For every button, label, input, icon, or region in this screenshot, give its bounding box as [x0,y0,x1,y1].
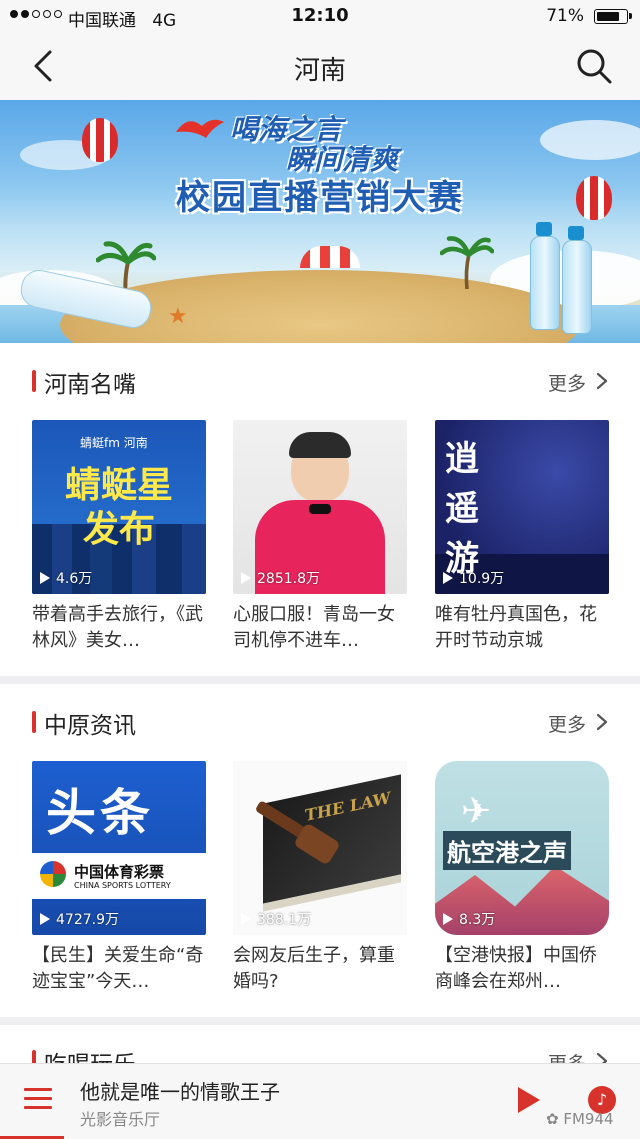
thumbnail-art-text: 逍遥游 [445,439,479,579]
palm-tree-icon [440,236,494,290]
play-count: 4.6万 [40,568,92,588]
page-title: 河南 [293,56,346,86]
section-accent-bar [32,711,36,733]
program-caption: 心服口服！青岛一女司机停不进车… [233,604,395,651]
menu-icon[interactable] [24,1088,52,1110]
battery-percent: 71% [546,6,584,26]
more-link[interactable]: 更多 [548,710,586,737]
program-thumbnail[interactable]: ✈ 航空港之声 8.3万 [435,761,609,935]
umbrella-icon [300,246,360,268]
now-playing-subtitle: 光影音乐厅 [80,1110,161,1129]
program-card[interactable]: 2851.8万 心服口服！青岛一女司机停不进车… [233,420,407,654]
clock: 12:10 [291,5,349,26]
play-count: 4727.9万 [40,909,119,929]
section-famous-hosts: 河南名嘴 更多 蜻蜓fm 河南 蜻蜓星发布 4.6万 带着高手去旅行，《武林风》… [0,343,640,676]
play-icon[interactable] [518,1087,540,1113]
watermark: ✿ FM944 [546,1110,614,1128]
starfish-icon: ★ [168,304,188,329]
program-caption: 唯有牡丹真国色，花开时节动京城 [435,604,597,651]
play-count: 2851.8万 [241,568,320,588]
program-card[interactable]: THE LAW 388.1万 会网友后生子，算重婚吗? [233,761,407,995]
play-count: 388.1万 [241,909,311,929]
battery-icon [594,9,632,24]
program-thumbnail[interactable]: 头条 中国体育彩票 CHINA SPORTS LOTTERY 4727.9万 [32,761,206,935]
program-caption: 带着高手去旅行，《武林风》美女… [32,604,203,651]
section-header: 中原资讯 更多 [0,706,640,739]
lottery-logo [40,861,66,887]
play-icon [443,572,453,584]
play-count: 8.3万 [443,909,495,929]
program-thumbnail[interactable]: 蜻蜓fm 河南 蜻蜓星发布 4.6万 [32,420,206,594]
section-central-news: 中原资讯 更多 头条 中国体育彩票 CHINA SPORTS LOTTERY 4… [0,684,640,1017]
program-thumbnail[interactable]: THE LAW 388.1万 [233,761,407,935]
mini-player[interactable]: 他就是唯一的情歌王子 光影音乐厅 ♪ ✿ FM944 [0,1063,640,1139]
program-thumbnail[interactable]: 2851.8万 [233,420,407,594]
play-icon [241,572,251,584]
play-icon [443,913,453,925]
program-caption: 【空港快报】中国侨商峰会在郑州… [435,945,597,992]
promo-banner[interactable]: 喝海之言 瞬间清爽 校园直播营销大赛 ★ [0,100,640,343]
thumbnail-art-text: 头条 [46,784,154,842]
section-accent-bar [32,370,36,392]
water-bottle-icon [530,236,560,330]
water-bottle-icon [562,240,592,334]
thumbnail-art-subtitle-en: CHINA SPORTS LOTTERY [74,881,171,890]
play-count: 10.9万 [443,568,504,588]
chevron-right-icon[interactable] [594,713,610,731]
chevron-right-icon[interactable] [594,372,610,390]
section-title: 中原资讯 [44,713,136,739]
section-header: 河南名嘴 更多 [0,365,640,398]
program-card[interactable]: 头条 中国体育彩票 CHINA SPORTS LOTTERY 4727.9万 【… [32,761,206,995]
thumbnail-art-text: 蜻蜓星发布 [64,465,173,550]
airplane-icon: ✈ [461,791,492,832]
balloon-left-icon [82,118,118,162]
play-icon [40,913,50,925]
brand-logo [176,119,224,138]
play-icon [241,913,251,925]
section-title: 河南名嘴 [44,372,136,398]
program-card[interactable]: 蜻蜓fm 河南 蜻蜓星发布 4.6万 带着高手去旅行，《武林风》美女… [32,420,206,654]
program-card[interactable]: 逍遥游 10.9万 唯有牡丹真国色，花开时节动京城 [435,420,609,654]
program-card[interactable]: ✈ 航空港之声 8.3万 【空港快报】中国侨商峰会在郑州… [435,761,609,995]
nav-bar: 河南 [0,34,640,101]
thumbnail-art-text: 航空港之声 [443,831,571,870]
play-icon [40,572,50,584]
banner-headline: 校园直播营销大赛 [176,178,464,218]
program-thumbnail[interactable]: 逍遥游 10.9万 [435,420,609,594]
program-caption: 会网友后生子，算重婚吗? [233,945,395,992]
thumbnail-art-subtitle: 中国体育彩票 [74,863,165,881]
program-caption: 【民生】关爱生命“奇迹宝宝”今天… [32,945,204,992]
now-playing-title: 他就是唯一的情歌王子 [80,1080,280,1104]
more-link[interactable]: 更多 [548,369,586,396]
status-bar: 中国联通 4G 12:10 71% [0,0,640,34]
search-icon[interactable] [574,46,614,86]
